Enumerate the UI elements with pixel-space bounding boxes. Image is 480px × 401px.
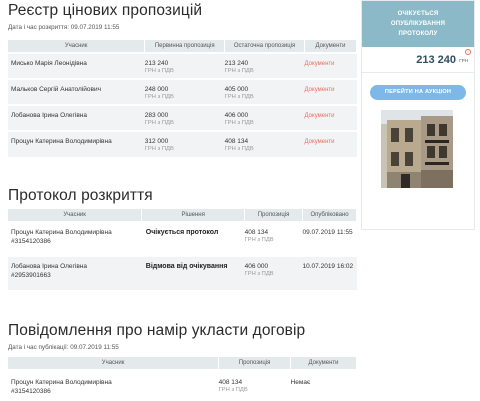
registry-header-docs: Документи: [304, 40, 357, 53]
vat-label: ГРН з ПДВ: [218, 387, 248, 393]
participant-name: Миськo Марія Леонідівна: [11, 60, 87, 67]
registry-table: Учасник Первинна пропозиція Остаточна пр…: [8, 40, 357, 157]
participant-name: Процун Катерина Володимирівна: [11, 229, 112, 236]
protocol-table: Учасник Рішення Пропозиція Опубліковано …: [8, 209, 357, 290]
participant-name: Мальков Сергій Анатолійович: [11, 86, 101, 93]
participant-id: #2953901663: [11, 272, 51, 279]
documents-status: Немає: [290, 379, 311, 386]
price-row: 213 240 ГРН i: [362, 47, 474, 73]
currency-label: ГРН: [459, 58, 468, 63]
table-row: Миськo Марія Леонідівна 213 240 ГРН з ПДВ…: [8, 52, 357, 79]
vat-label: ГРН з ПДВ: [244, 237, 274, 243]
status-line: ПРОТОКОЛУ: [398, 31, 438, 37]
vat-label: ГРН з ПДВ: [144, 146, 174, 152]
vat-label: ГРН з ПДВ: [144, 94, 174, 100]
table-row: Лобанова Ірина Олегівна #2953901663 Відмо…: [8, 255, 357, 290]
notice-header-participant: Учасник: [8, 357, 220, 370]
protocol-title: Протокол розкриття: [8, 187, 153, 204]
final-bid: 405 000: [224, 86, 249, 93]
table-row: Процун Катерина Володимирівна #3154120386…: [8, 369, 357, 400]
table-row: Мальков Сергій Анатолійович 248 000 ГРН з…: [8, 78, 357, 105]
final-bid: 213 240: [224, 60, 249, 67]
documents-link[interactable]: Документи: [305, 113, 335, 119]
notice-header-amount: Пропозиція: [218, 357, 292, 370]
registry-date: Дата і час розкриття: 09.07.2019 11:55: [8, 24, 120, 31]
table-row: Процун Катерина Володимирівна 312 000 ГРН…: [8, 130, 357, 157]
final-bid: 408 134: [224, 138, 249, 145]
participant-name: Процун Катерина Володимирівна: [11, 379, 112, 386]
documents-link[interactable]: Документи: [305, 61, 335, 67]
vat-label: ГРН з ПДВ: [224, 68, 254, 74]
participant-id: #3154120386: [11, 388, 51, 395]
bid-amount: 408 134: [218, 379, 243, 386]
participant-name: Процун Катерина Володимирівна: [11, 138, 112, 145]
vat-label: ГРН з ПДВ: [224, 146, 254, 152]
initial-bid: 312 000: [144, 138, 169, 145]
current-price: 213 240: [416, 54, 456, 66]
auction-sidebar: ОЧІКУЄТЬСЯ ОПУБЛІКУВАННЯ ПРОТОКОЛУ 213 2…: [361, 0, 475, 230]
registry-header-final: Остаточна пропозиція: [224, 40, 306, 53]
status-banner: ОЧІКУЄТЬСЯ ОПУБЛІКУВАННЯ ПРОТОКОЛУ: [362, 1, 474, 47]
vat-label: ГРН з ПДВ: [244, 271, 274, 277]
decision-status: Очікується протокол: [145, 229, 219, 236]
building-photo-icon: [381, 110, 453, 188]
vat-label: ГРН з ПДВ: [144, 120, 174, 126]
initial-bid: 248 000: [144, 86, 169, 93]
participant-id: #3154120386: [11, 238, 51, 245]
initial-bid: 283 000: [144, 112, 169, 119]
documents-link[interactable]: Документи: [305, 87, 335, 93]
participant-name: Лобанова Ірина Олегівна: [11, 112, 88, 119]
final-bid: 406 000: [224, 112, 249, 119]
status-line: ОПУБЛІКУВАННЯ: [390, 21, 446, 27]
vat-label: ГРН з ПДВ: [144, 68, 174, 74]
registry-title: Реєстр цінових пропозицій: [8, 2, 203, 19]
notice-header-docs: Документи: [290, 357, 357, 370]
documents-link[interactable]: Документи: [305, 139, 335, 145]
go-to-auction-button[interactable]: ПЕРЕЙТИ НА АУКЦІОН: [370, 85, 466, 100]
table-row: Процун Катерина Володимирівна #3154120386…: [8, 221, 357, 256]
building-photo-icon[interactable]: [381, 110, 453, 188]
participant-name: Лобанова Ірина Олегівна: [11, 263, 88, 270]
notice-table: Учасник Пропозиція Документи Процун Кате…: [8, 357, 357, 400]
protocol-header-decision: Рішення: [141, 209, 246, 222]
notice-title: Повідомлення про намір укласти договір: [8, 322, 306, 339]
protocol-header-published: Опубліковано: [302, 209, 357, 222]
notice-date: Дата і час публікації: 09.07.2019 11:55: [8, 344, 119, 351]
bid-amount: 408 134: [244, 229, 269, 236]
registry-header-participant: Учасник: [8, 40, 146, 53]
vat-label: ГРН з ПДВ: [224, 94, 254, 100]
registry-header-initial: Первинна пропозиція: [144, 40, 226, 53]
decision-status: Відмова від очікування: [145, 263, 228, 270]
initial-bid: 213 240: [144, 60, 169, 67]
bid-amount: 406 000: [244, 263, 269, 270]
table-row: Лобанова Ірина Олегівна 283 000 ГРН з ПДВ…: [8, 104, 357, 131]
published-date: 10.07.2019 16:02: [302, 263, 354, 270]
protocol-header-amount: Пропозиція: [244, 209, 304, 222]
status-line: ОЧІКУЄТЬСЯ: [397, 11, 439, 17]
protocol-header-participant: Учасник: [8, 209, 143, 222]
info-icon[interactable]: i: [465, 49, 471, 55]
published-date: 09.07.2019 11:55: [302, 229, 353, 236]
vat-label: ГРН з ПДВ: [224, 120, 254, 126]
